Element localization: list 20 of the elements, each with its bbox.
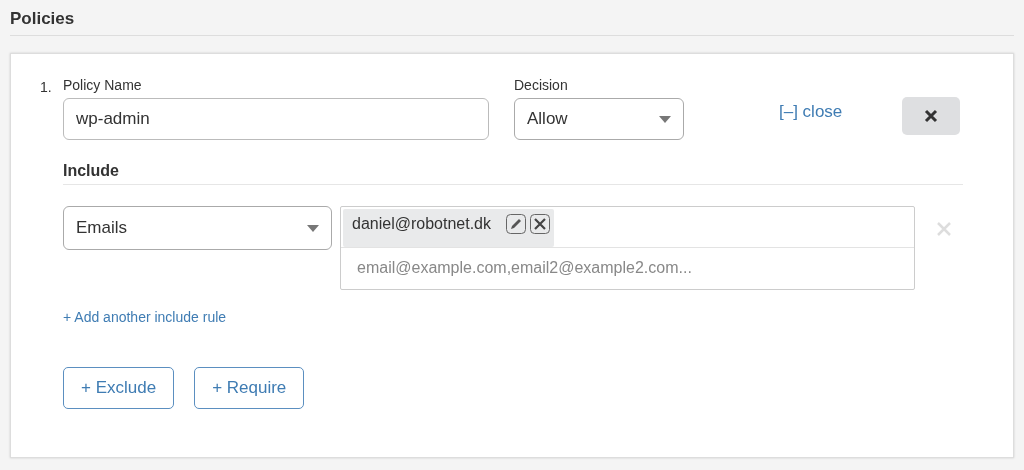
add-button[interactable]: + Exclude [63,367,175,409]
tag-text: daniel@robotnet.dk [352,215,491,233]
close-link[interactable]: [–] close [779,102,843,122]
caret-icon [659,115,671,123]
decision-dropdown[interactable]: Allow [514,98,684,140]
field-label: Decision [514,77,569,93]
add-rule-link[interactable]: + Add another include rule [63,309,227,325]
pencil-icon[interactable] [506,214,526,234]
remove-icon[interactable] [530,214,550,234]
caret-icon [307,224,319,232]
add-button[interactable]: + Require [194,367,305,409]
policy-number: 1. [40,78,53,97]
close-icon [924,109,939,123]
policy-name-field[interactable]: wp-admin [63,98,489,140]
section-title: Policies [10,9,1014,36]
delete-button[interactable] [902,97,961,135]
email-tag-input[interactable]: daniel@robotnet.dk email@example.com,email2@example2.com... [340,206,915,290]
rule-type-dropdown[interactable]: Emails [63,206,332,250]
section-heading: Include [63,162,963,185]
field-label: Policy Name [63,77,143,93]
